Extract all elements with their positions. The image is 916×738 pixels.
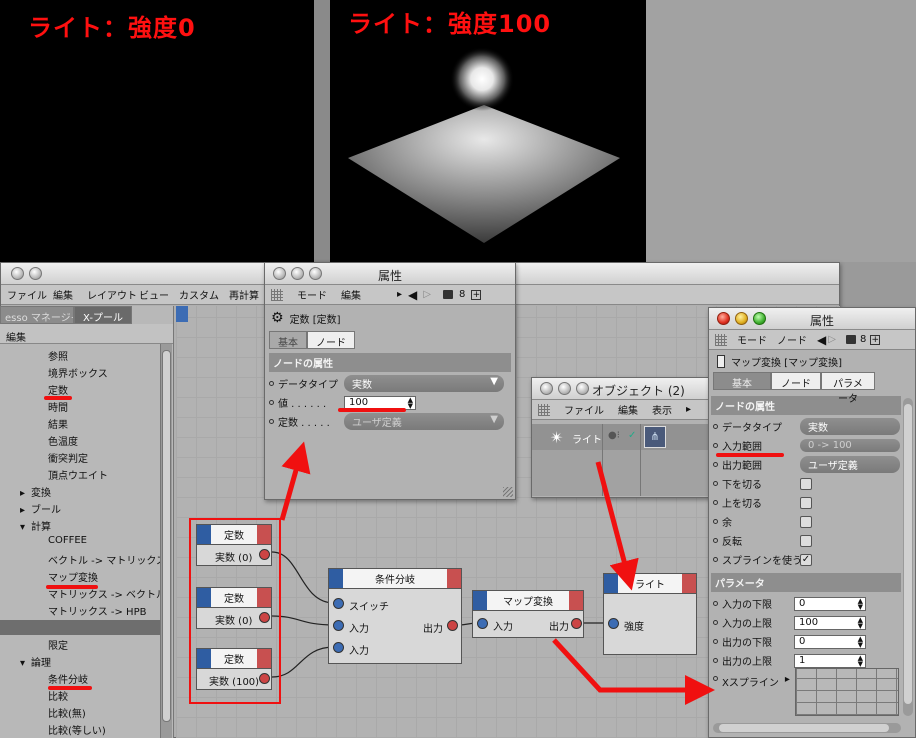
annotation-arrows bbox=[279, 441, 715, 705]
